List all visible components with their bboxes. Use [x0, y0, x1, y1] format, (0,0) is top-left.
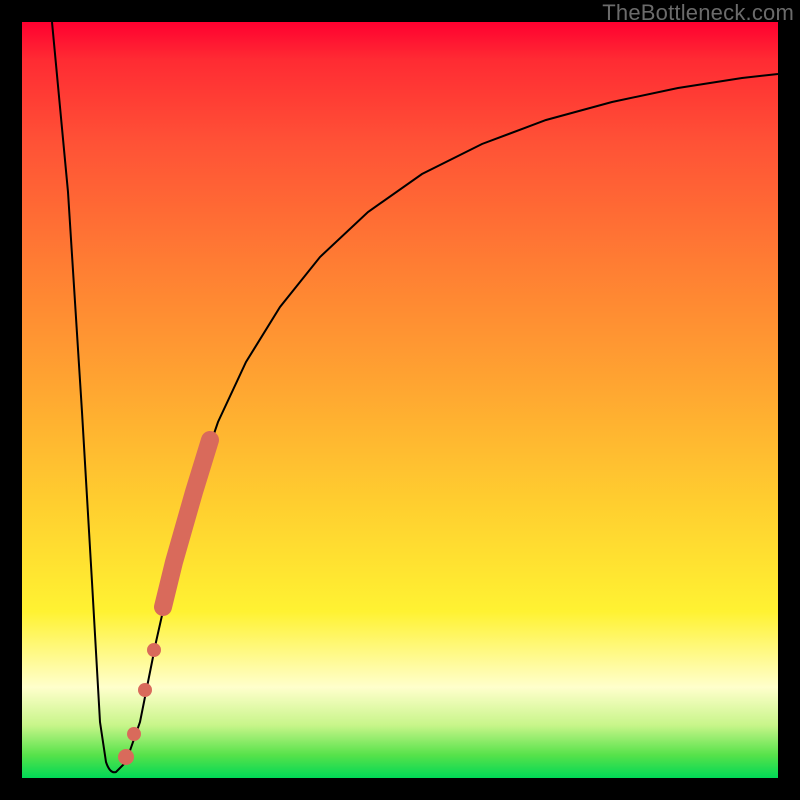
bottleneck-curve — [52, 22, 778, 772]
curve-svg — [22, 22, 778, 778]
chart-frame: TheBottleneck.com — [0, 0, 800, 800]
marker-dot — [127, 727, 141, 741]
marker-dot — [138, 683, 152, 697]
plot-area — [22, 22, 778, 778]
marker-range-stroke — [163, 440, 210, 607]
marker-dot — [147, 643, 161, 657]
marker-dot — [118, 749, 134, 765]
